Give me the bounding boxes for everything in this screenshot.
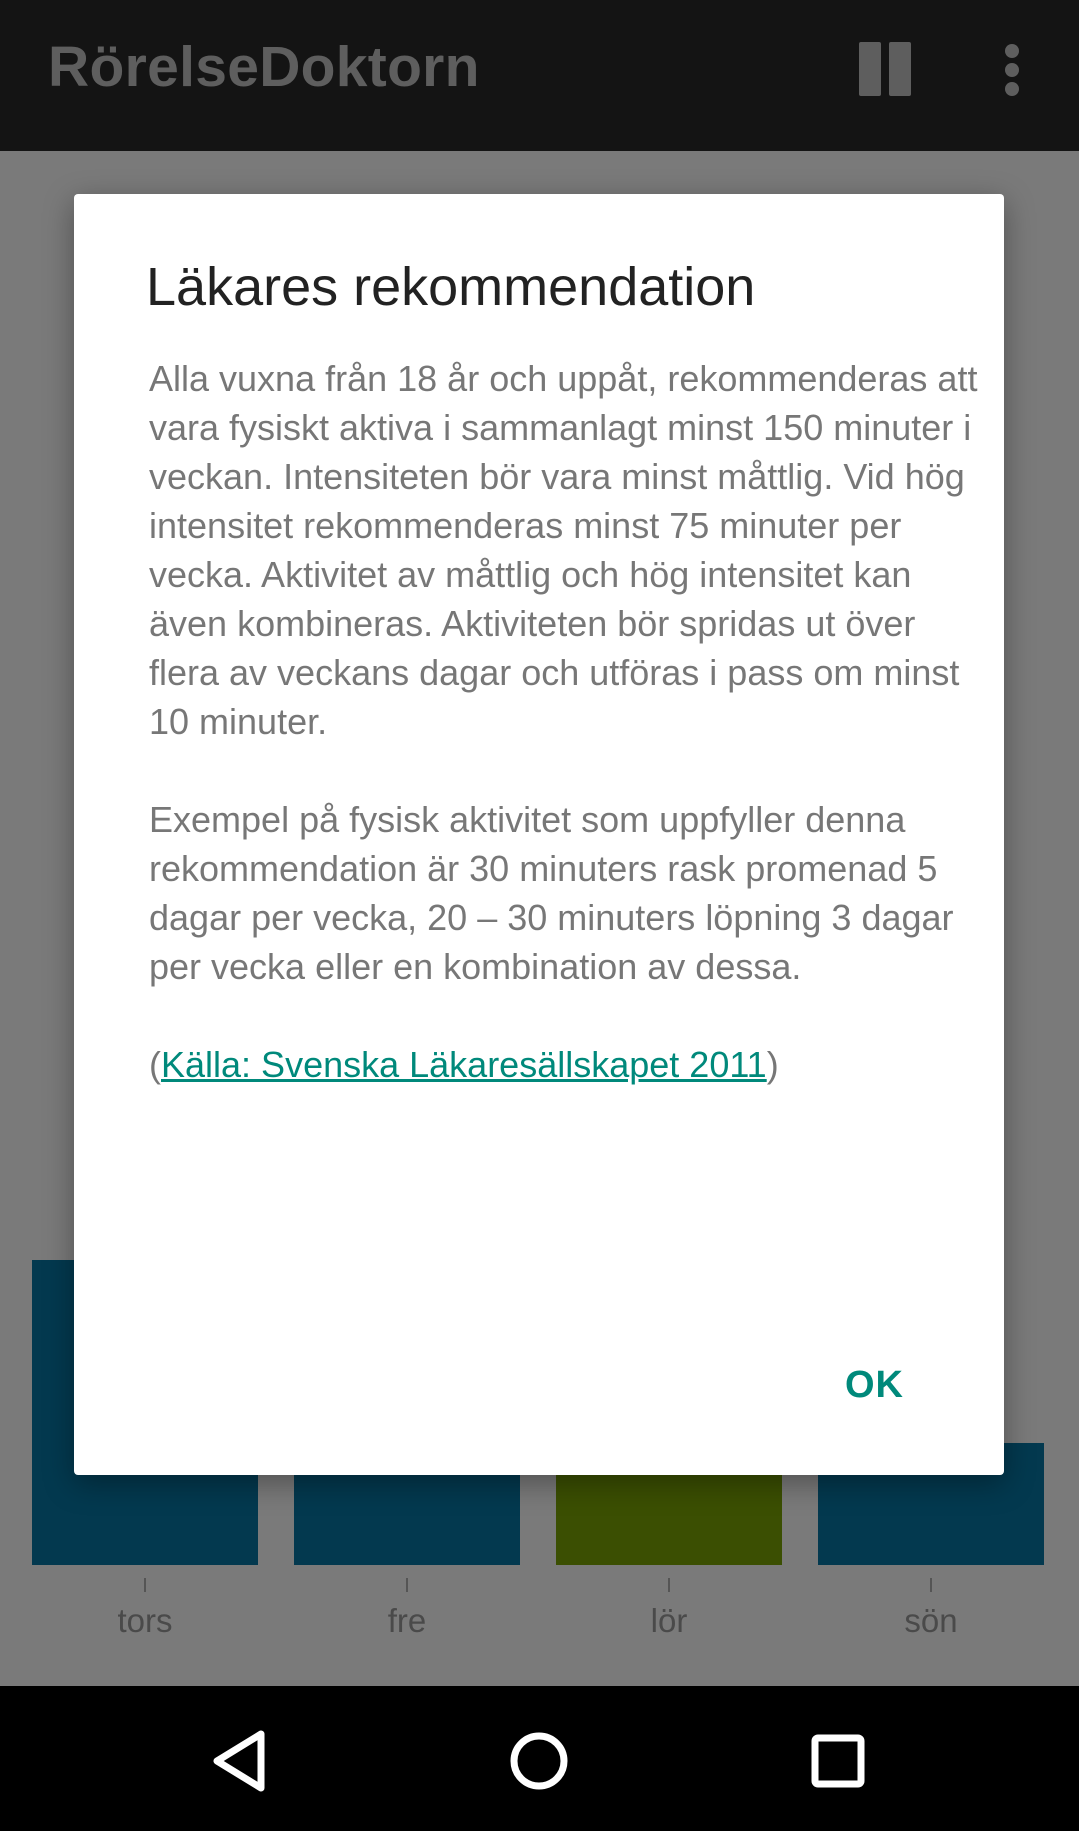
back-icon[interactable] (195, 1716, 285, 1806)
dialog-paragraph-1: Alla vuxna från 18 år och uppåt, rekomme… (149, 358, 978, 742)
chart-label-sön: sön (904, 1602, 958, 1639)
chart-label-fre: fre (387, 1602, 427, 1639)
source-open-paren: ( (149, 1044, 161, 1085)
recommendation-dialog: Läkares rekommendation Alla vuxna från 1… (74, 194, 1004, 1475)
chart-bar-fre (294, 1470, 520, 1565)
chart-tick-tors (144, 1578, 146, 1592)
home-icon[interactable] (494, 1716, 584, 1806)
chart-tick-lör (668, 1578, 670, 1592)
app-title: RörelseDoktorn (48, 35, 480, 99)
more-vert-icon[interactable] (995, 40, 1030, 100)
chart-label-lör: lör (650, 1602, 688, 1639)
chart-tick-sön (930, 1578, 932, 1592)
app-bar: RörelseDoktorn (0, 0, 1079, 151)
recents-icon[interactable] (793, 1716, 883, 1806)
chart-bar-lör (556, 1470, 782, 1565)
dialog-paragraph-2: Exempel på fysisk aktivitet som uppfylle… (149, 799, 954, 987)
system-navigation-bar (0, 1686, 1079, 1831)
ok-button[interactable]: OK (845, 1364, 904, 1407)
chart-tick-fre (406, 1578, 408, 1592)
dialog-body: Alla vuxna från 18 år och uppåt, rekomme… (149, 354, 979, 1089)
source-link[interactable]: Källa: Svenska Läkaresällskapet 2011 (161, 1044, 767, 1085)
pause-icon[interactable] (855, 42, 915, 96)
source-close-paren: ) (766, 1044, 779, 1085)
source-line: (Källa: Svenska Läkaresällskapet 2011) (149, 1040, 979, 1089)
chart-label-tors: tors (117, 1602, 173, 1639)
dialog-title: Läkares rekommendation (146, 257, 756, 317)
